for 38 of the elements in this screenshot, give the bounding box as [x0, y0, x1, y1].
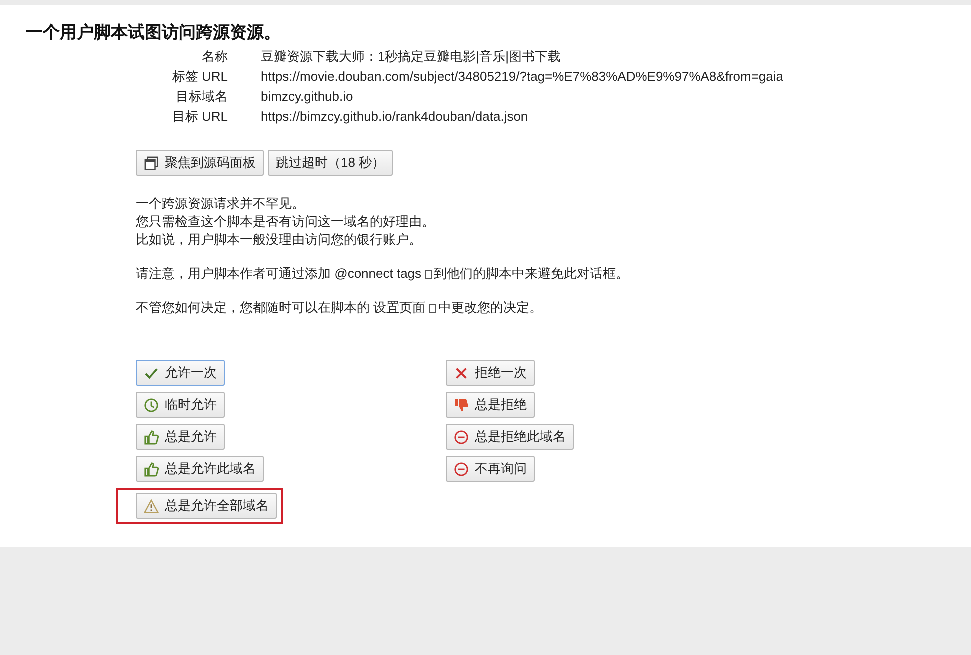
message-line: 比如说，用户脚本一般没理由访问您的银行账户。 [136, 231, 423, 249]
action-button[interactable]: 不再询问 [446, 456, 535, 482]
action-button[interactable]: 总是允许此域名 [136, 456, 264, 482]
info-value: bimzcy.github.io [261, 88, 354, 106]
help-link[interactable]: 设置页面 [374, 300, 426, 315]
note-text: 请注意，用户脚本作者可通过添加 @connect tags 到他们的脚本中来避免此对话框。 [136, 265, 630, 283]
action-button[interactable]: 总是拒绝 [446, 392, 535, 418]
thumbs-up-icon [144, 430, 159, 444]
info-value: https://movie.douban.com/subject/34805219/?tag=%E7%83%AD%E9%97%A8&from=gaia [261, 68, 784, 86]
message-line: 您只需检查这个脚本是否有访问这一域名的好理由。 [136, 213, 436, 231]
close-icon [454, 366, 469, 380]
action-button[interactable]: 拒绝一次 [446, 360, 535, 386]
action-button[interactable]: 临时允许 [136, 392, 225, 418]
thumbs-up-icon [144, 462, 159, 476]
thumbs-down-icon [454, 398, 469, 412]
info-value: https://bimzcy.github.io/rank4douban/data.json [261, 108, 530, 126]
info-label: 名称 [201, 48, 228, 66]
clock-icon [144, 398, 159, 412]
info-label: 目标 URL [171, 108, 228, 126]
note-text: 不管您如何决定，您都随时可以在脚本的 设置页面 中更改您的决定。 [136, 299, 544, 317]
action-button[interactable]: 跳过超时（18 秒） [268, 150, 394, 176]
action-button[interactable]: 总是拒绝此域名 [446, 424, 574, 450]
external-link-icon [429, 304, 436, 314]
help-link[interactable]: @connect tags [334, 266, 422, 281]
minus-circle-icon [454, 462, 469, 476]
action-button[interactable]: 允许一次 [136, 360, 225, 386]
minus-circle-icon [454, 430, 469, 444]
dialog-title: 一个用户脚本试图访问跨源资源。 [26, 22, 282, 44]
action-button[interactable]: 总是允许全部域名 [136, 493, 277, 519]
message-line: 一个跨源资源请求并不罕见。 [136, 195, 306, 213]
info-label: 目标域名 [175, 88, 228, 106]
window-icon [144, 156, 159, 170]
action-button[interactable]: 总是允许 [136, 424, 225, 450]
action-button[interactable]: 聚焦到源码面板 [136, 150, 264, 176]
warning-icon [144, 498, 159, 514]
info-value: 豆瓣资源下载大师：1秒搞定豆瓣电影|音乐|图书下载 [261, 48, 562, 66]
info-label: 标签 URL [171, 68, 228, 86]
external-link-icon [425, 270, 432, 280]
